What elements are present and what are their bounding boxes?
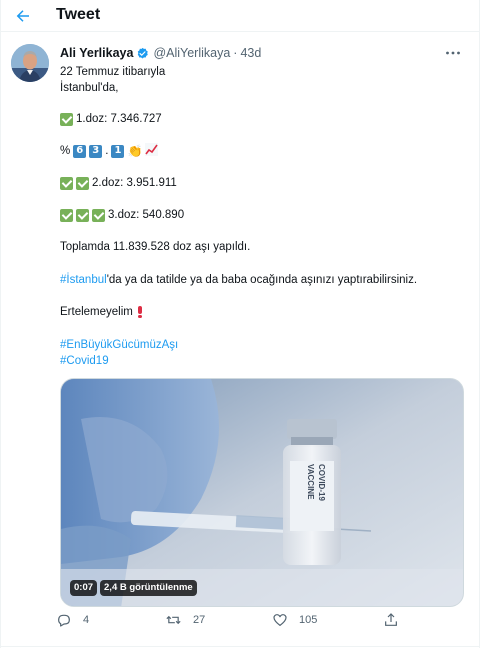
video-thumbnail: COVID-19 VACCINE [61,379,463,606]
share-button[interactable] [383,612,399,628]
hashtag-link: #EnBüyükGücümüzAşı [60,337,178,353]
percent-line: % 6 3 . 1 👏 [60,142,159,160]
check-mark-icon [60,176,73,190]
istanbul-line-text: 'da ya da tatilde ya da baba ocağında aş… [106,274,418,286]
clapping-hands-icon: 👏 [127,144,143,158]
hashtag-link: #Covid19 [60,353,109,369]
hashtag-enbuyukgucumuzasi-link[interactable]: #EnBüyükGücümüzAşı [60,337,178,353]
like-button[interactable]: 105 [272,612,317,628]
heart-icon [273,614,287,626]
page-title: Tweet [56,6,101,23]
check-mark-icon [60,112,73,126]
dose1-text: 1.doz: 7.346.727 [76,113,162,125]
text-line: 22 Temmuz itibarıyla [60,66,166,78]
total-text: Toplamda 11.839.528 doz aşı yapıldı. [60,241,251,253]
video-player[interactable]: COVID-19 VACCINE 0:07 2,4 B görüntülenme [60,378,464,607]
check-mark-icon [76,176,89,190]
author-display-name[interactable]: Ali Yerlikaya [60,46,133,60]
postpone-line: Ertelemeyelim [60,304,142,320]
retweet-button[interactable]: 27 [165,612,205,628]
verified-badge-icon [136,47,149,60]
hashtag-covid19-link[interactable]: #Covid19 [60,353,109,369]
reply-count: 4 [83,614,90,626]
chart-increasing-icon [145,142,159,160]
reply-button[interactable]: 4 [56,612,89,628]
tweet-page: Tweet Ali Yerlikaya @AliYerlikaya · 43d [0,0,480,648]
avatar[interactable] [11,44,49,82]
percent-dot: . [105,145,109,157]
hashtag-istanbul-link[interactable]: #İstanbul [60,272,107,288]
postpone-text: Ertelemeyelim [60,306,133,318]
dose2-text: 2.doz: 3.951.911 [92,177,177,189]
check-mark-icon [76,208,89,222]
vial-label-vaccine: VACCINE [306,464,315,500]
avatar-image [11,44,49,82]
video-badges: 0:07 2,4 B görüntülenme [70,580,197,596]
dose1-line: 1.doz: 7.346.727 [60,111,162,127]
keycap-one-icon: 1 [111,144,125,158]
exclamation-mark-icon [137,306,142,318]
keycap-six-icon: 6 [73,144,87,158]
tweet-header: Ali Yerlikaya @AliYerlikaya · 43d [60,45,261,61]
dose2-line: 2.doz: 3.951.911 [60,175,177,191]
share-icon [385,613,397,626]
arrow-left-icon [16,10,29,22]
istanbul-line: #İstanbul 'da ya da tatilde ya da baba o… [60,272,417,288]
like-count: 105 [299,614,318,626]
text-line: İstanbul'da, [60,82,119,94]
video-views: 2,4 B görüntülenme [100,580,197,596]
tweet-age[interactable]: 43d [240,46,261,60]
keycap-three-icon: 3 [89,144,103,158]
dose3-line: 3.doz: 540.890 [60,207,184,223]
more-options-button[interactable] [443,44,463,62]
percent-sign: % [60,145,71,157]
reply-icon [58,614,70,627]
top-bar: Tweet [1,0,479,32]
retweet-icon [166,615,181,625]
separator-dot: · [233,46,238,60]
tweet-actions: 4 27 105 [56,612,416,636]
video-duration: 0:07 [70,580,98,596]
vial-label-covid: COVID-19 [317,464,326,501]
check-mark-icon [60,208,73,222]
more-horizontal-icon [446,51,460,55]
author-handle[interactable]: @AliYerlikaya [153,46,230,60]
check-mark-icon [92,208,105,222]
divider [1,646,480,647]
dose3-text: 3.doz: 540.890 [108,209,185,221]
retweet-count: 27 [193,614,206,626]
back-button[interactable] [11,4,35,28]
